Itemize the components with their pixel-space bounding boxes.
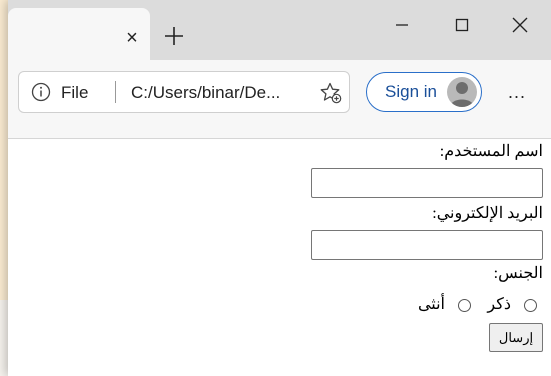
sign-in-label: Sign in — [385, 82, 437, 101]
add-favorite-icon[interactable] — [319, 81, 343, 105]
new-tab-button[interactable] — [160, 22, 188, 50]
more-options-button[interactable]: ... — [504, 82, 530, 102]
maximize-icon — [455, 18, 469, 32]
url-text[interactable]: C:/Users/binar/De... — [131, 83, 280, 103]
scheme-label: File — [61, 83, 89, 102]
avatar-icon — [447, 77, 477, 107]
maximize-button[interactable] — [440, 10, 484, 40]
username-input[interactable] — [311, 168, 543, 198]
male-label: ذكر — [487, 296, 511, 313]
gender-label: الجنس: — [493, 265, 543, 282]
address-bar[interactable]: File C:/Users/binar/De... — [18, 71, 350, 113]
browser-toolbar: File C:/Users/binar/De... Sign in ... — [8, 60, 551, 139]
browser-window: × File C:/Users/binar/De... Sign in ... … — [8, 0, 551, 376]
page-content: اسم المستخدم: البريد الإلكتروني: الجنس: … — [8, 139, 551, 376]
window-close-button[interactable] — [498, 10, 542, 40]
female-radio[interactable] — [458, 299, 471, 312]
minimize-button[interactable] — [380, 10, 424, 40]
username-label: اسم المستخدم: — [439, 143, 543, 160]
sign-in-button[interactable]: Sign in — [366, 72, 482, 112]
submit-button[interactable]: إرسال — [489, 323, 543, 352]
tab-bar: × — [8, 0, 551, 60]
tab-close-icon[interactable]: × — [120, 26, 144, 50]
minimize-icon — [396, 24, 408, 26]
close-icon — [512, 17, 528, 33]
male-radio[interactable] — [524, 299, 537, 312]
email-input[interactable] — [311, 230, 543, 260]
female-label: أنثى — [417, 296, 445, 313]
address-divider — [115, 81, 116, 103]
plus-icon — [165, 27, 183, 45]
email-label: البريد الإلكتروني: — [432, 205, 543, 222]
browser-tab[interactable]: × — [8, 8, 150, 60]
info-icon[interactable] — [31, 82, 51, 102]
